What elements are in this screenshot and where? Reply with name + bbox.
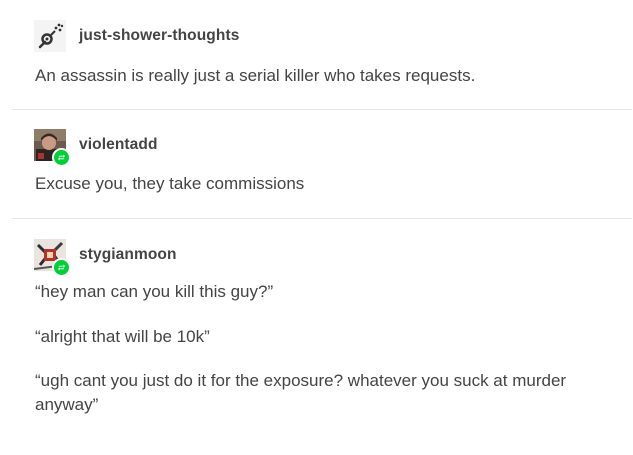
username[interactable]: just-shower-thoughts (79, 27, 239, 45)
post-text: Excuse you, they take commissions (35, 174, 305, 193)
post-text: An assassin is really just a serial kill… (35, 66, 476, 85)
username[interactable]: violentadd (79, 136, 158, 154)
reblog-icon (52, 258, 71, 277)
avatar[interactable] (34, 239, 71, 277)
post-text: “alright that will be 10k” (35, 327, 210, 346)
post-text: “ugh cant you just do it for the exposur… (35, 371, 567, 414)
post-header: violentadd (34, 129, 158, 167)
reblog-icon (52, 148, 71, 167)
post-header: just-shower-thoughts (34, 20, 239, 52)
post-reblog-1: violentadd Excuse you, they take commiss… (12, 110, 632, 219)
shower-head-icon (34, 20, 66, 52)
avatar[interactable] (34, 129, 71, 167)
post-original: just-shower-thoughts An assassin is real… (12, 0, 632, 110)
avatar[interactable] (34, 20, 66, 52)
post-text: “hey man can you kill this guy?” (35, 282, 274, 301)
post-header: stygianmoon (34, 239, 177, 277)
username[interactable]: stygianmoon (79, 246, 177, 264)
